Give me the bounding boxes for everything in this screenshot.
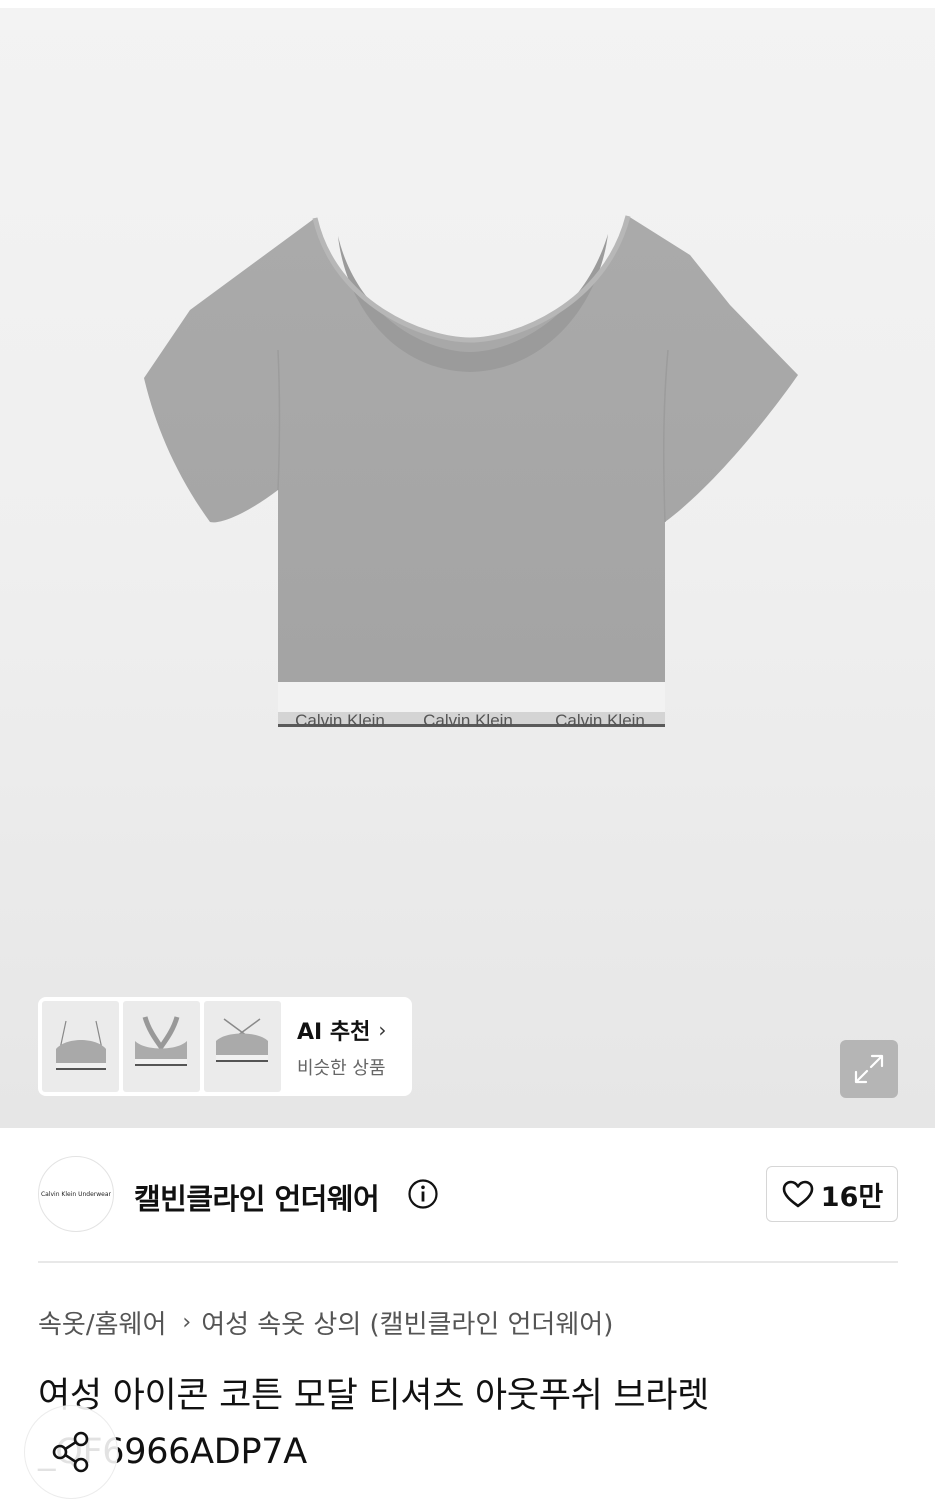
chevron-right-icon: › [182,1310,192,1335]
breadcrumb: 속옷/홈웨어 › 여성 속옷 상의 (캘빈클라인 언더웨어) [38,1304,613,1341]
breadcrumb-level-1[interactable]: 속옷/홈웨어 [38,1304,166,1341]
product-title: 여성 아이콘 코튼 모달 티셔츠 아웃푸쉬 브라렛_QF6966ADP7A [38,1376,710,1472]
waistband-logo-2: Calvin Klein [423,711,513,730]
brand-logo-text: Calvin Klein Underwear [40,1190,112,1198]
like-count: 16만 [820,1181,884,1213]
expand-image-button[interactable] [840,1040,898,1098]
ai-recommendation-subtitle: 비슷한 상품 [297,1057,386,1079]
ai-recommendation-link[interactable]: AI 추천 › 비슷한 상품 [297,1014,386,1080]
ai-title-text: AI 추천 [297,1019,371,1045]
brand-name[interactable]: 캘빈클라인 언더웨어 [134,1176,380,1218]
breadcrumb-level-2[interactable]: 여성 속옷 상의 (캘빈클라인 언더웨어) [201,1304,613,1341]
info-icon[interactable] [407,1178,439,1210]
section-divider [38,1261,898,1263]
like-brand-button[interactable]: 16만 [766,1166,898,1222]
thumbnail-racerback-bralette[interactable] [123,1001,200,1092]
chevron-right-icon: › [378,1017,387,1042]
heart-icon [782,1180,814,1208]
thumbnail-crossback-bralette[interactable] [204,1001,281,1092]
thumbnail-bralette[interactable] [42,1001,119,1092]
ai-recommendation-title: AI 추천 › [297,1014,386,1046]
top-edge [0,0,935,8]
waistband-logo-1: Calvin Klein [295,711,385,730]
similar-products-strip[interactable]: AI 추천 › 비슷한 상품 [38,997,412,1096]
product-image: Calvin Klein Calvin Klein Calvin Klein [144,215,798,730]
brand-row: Calvin Klein Underwear 캘빈클라인 언더웨어 16만 [38,1156,898,1232]
product-image-gallery[interactable]: Calvin Klein Calvin Klein Calvin Klein A… [0,0,935,1128]
share-button[interactable] [24,1405,118,1499]
brand-logo[interactable]: Calvin Klein Underwear [38,1156,114,1232]
share-icon [52,1431,89,1473]
expand-icon [854,1054,884,1084]
waistband-logo-3: Calvin Klein [555,711,645,730]
